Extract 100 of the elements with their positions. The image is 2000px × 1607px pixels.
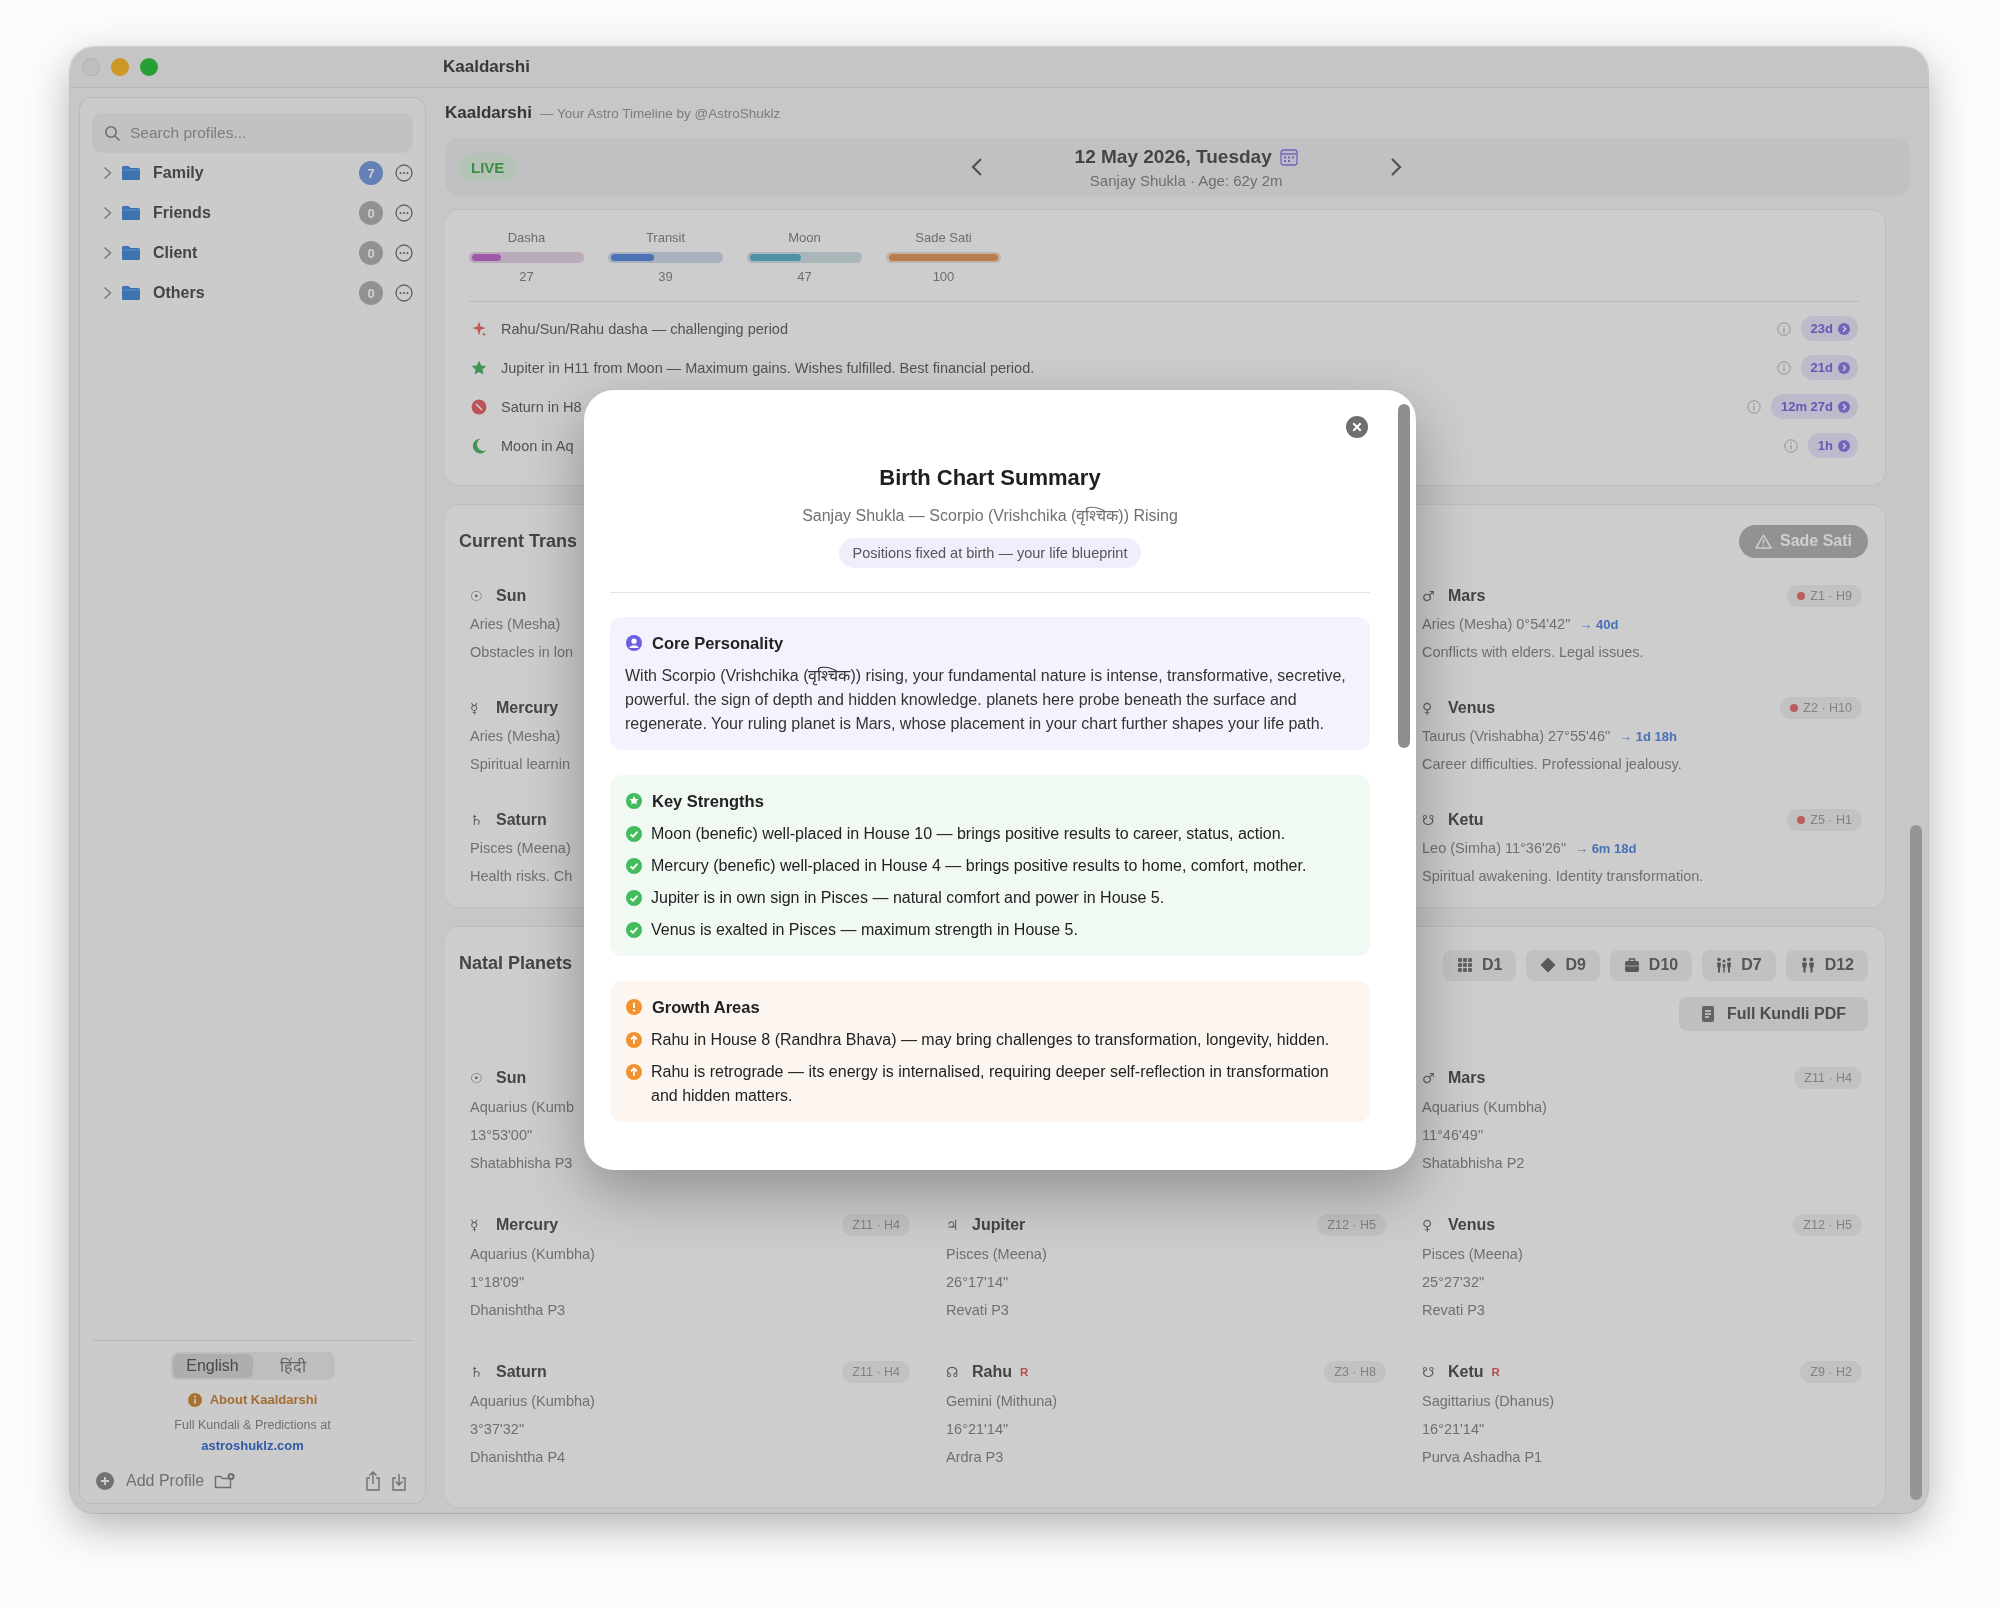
- chevron-circle-icon: [1838, 400, 1850, 413]
- card-title: Growth Areas: [652, 997, 760, 1017]
- planet-symbol: ☉: [470, 1070, 484, 1086]
- planet-nakshatra: Purva Ashadha P1: [1422, 1448, 1543, 1467]
- chart-tab[interactable]: D7: [1702, 949, 1776, 981]
- date-title: 12 May 2026, Tuesday: [1074, 145, 1272, 168]
- note-pill: Positions fixed at birth — your life blueprint: [838, 538, 1142, 568]
- planet-degree: 3°37'32": [470, 1420, 525, 1439]
- calendar-icon[interactable]: [1279, 147, 1298, 166]
- chevron-right-icon[interactable]: [103, 286, 112, 300]
- planet-name: Rahu: [972, 1363, 1012, 1381]
- planet-name: Ketu: [1448, 811, 1484, 829]
- folder-add-icon[interactable]: [214, 1472, 237, 1490]
- add-profile-button[interactable]: Add Profile: [96, 1472, 205, 1490]
- house-badge: Z12 · H5: [1793, 1214, 1862, 1236]
- website-link[interactable]: astroshuklz.com: [201, 1438, 304, 1453]
- house-badge: Z1 · H9: [1787, 585, 1862, 607]
- planet-name: Jupiter: [972, 1216, 1026, 1234]
- people-icon: [1716, 957, 1733, 973]
- chevron-circle-icon: [1838, 439, 1850, 452]
- scrollbar-thumb[interactable]: [1398, 404, 1410, 748]
- chart-tab[interactable]: D10: [1609, 949, 1693, 981]
- star-icon: [471, 359, 487, 376]
- chart-tab[interactable]: D9: [1526, 949, 1600, 981]
- duration-button[interactable]: 12m 27d: [1770, 394, 1858, 419]
- chevron-right-icon[interactable]: [103, 206, 112, 220]
- chevron-right-icon: [1389, 157, 1402, 177]
- chart-tab[interactable]: D12: [1785, 949, 1868, 981]
- more-icon[interactable]: [395, 244, 413, 262]
- close-button[interactable]: [1346, 416, 1368, 438]
- chevron-left-icon: [970, 157, 983, 177]
- chevron-circle-icon: [1838, 322, 1850, 335]
- house-badge: Z12 · H5: [1317, 1214, 1386, 1236]
- planet-symbol: ♀: [1422, 1217, 1434, 1233]
- minimize-button[interactable]: [111, 58, 129, 76]
- folder-name[interactable]: Family: [153, 164, 359, 182]
- info-icon: [1783, 438, 1798, 453]
- app-title: Kaaldarshi: [445, 103, 532, 123]
- retrograde-mark: R: [1020, 1366, 1029, 1378]
- card-title: Core Personality: [652, 633, 784, 653]
- planet-effect: Obstacles in lon: [470, 644, 574, 660]
- planet-sign: Gemini (Mithuna): [946, 1392, 1058, 1411]
- planet-nakshatra: Revati P3: [946, 1301, 1009, 1320]
- arrow-up-icon: [626, 1032, 642, 1048]
- planet-sign: Aquarius (Kumb: [470, 1098, 574, 1117]
- about-link[interactable]: About Kaaldarshi: [187, 1392, 318, 1407]
- moon-icon: [471, 437, 487, 454]
- house-badge: Z11 · H4: [842, 1361, 910, 1383]
- count-badge: 0: [359, 201, 383, 225]
- insight-text: Jupiter in H11 from Moon — Maximum gains. Wishes fulfilled. Best financial period.: [501, 359, 1035, 376]
- duration-button[interactable]: 23d: [1800, 316, 1858, 341]
- more-icon[interactable]: [395, 284, 413, 302]
- planet-symbol: ♂: [1422, 1070, 1436, 1086]
- house-badge: Z5 · H1: [1787, 809, 1862, 831]
- more-icon[interactable]: [395, 164, 413, 182]
- sparkle-icon: [471, 320, 487, 337]
- duration-button[interactable]: 21d: [1800, 355, 1858, 380]
- language-option[interactable]: English: [172, 1354, 253, 1378]
- folder-icon: [121, 285, 141, 301]
- folder-name[interactable]: Others: [153, 284, 359, 302]
- grid-icon: [1456, 957, 1473, 973]
- meter-value: 39: [658, 269, 673, 285]
- info-icon: [1776, 360, 1791, 375]
- zoom-button[interactable]: [140, 58, 158, 76]
- planet-sign: Pisces (Meena): [1422, 1245, 1523, 1264]
- planet-degree: 26°17'14": [946, 1273, 1009, 1292]
- planet-degree: 11°46'49": [1422, 1126, 1484, 1145]
- info-icon: [1776, 321, 1791, 336]
- duration-button[interactable]: 1h: [1807, 433, 1858, 458]
- house-badge: Z3 · H8: [1324, 1361, 1386, 1383]
- meter-value: 47: [797, 269, 812, 285]
- pdf-button[interactable]: Full Kundli PDF: [1678, 997, 1868, 1031]
- insight-text: Rahu/Sun/Rahu dasha — challenging period: [501, 320, 788, 337]
- planet-effect: Health risks. Ch: [470, 868, 573, 884]
- insight-text: Saturn in H8: [501, 398, 582, 415]
- list-item-text: Rahu is retrograde — its energy is internalised, requiring deeper self-reflection in transformation and hidden matters.: [651, 1062, 1330, 1106]
- meter-label: Transit: [645, 230, 686, 246]
- planet-effect: Spiritual awakening. Identity transformation.: [1422, 868, 1704, 884]
- folder-name[interactable]: Client: [153, 244, 359, 262]
- planet-symbol: ☋: [1422, 1364, 1436, 1380]
- share-icon[interactable]: [365, 1471, 381, 1491]
- language-option[interactable]: हिंदी: [252, 1354, 333, 1378]
- folder-name[interactable]: Friends: [153, 204, 359, 222]
- planet-symbol: ☿: [470, 700, 480, 716]
- planet-sign: Aquarius (Kumbha): [470, 1245, 595, 1264]
- planet-position: Aries (Mesha): [470, 728, 561, 744]
- chart-tab[interactable]: D1: [1442, 949, 1517, 981]
- meter-label: Moon: [788, 230, 821, 246]
- planet-name: Mars: [1448, 587, 1486, 605]
- download-icon[interactable]: [391, 1471, 407, 1491]
- planet-position: Aries (Mesha): [470, 616, 561, 632]
- more-icon[interactable]: [395, 204, 413, 222]
- search-field[interactable]: Search profiles...: [92, 113, 413, 153]
- chevron-right-icon[interactable]: [103, 166, 112, 180]
- people-icon: [1799, 957, 1816, 973]
- scrollbar-thumb[interactable]: [1910, 825, 1922, 1500]
- plus-icon: [96, 1472, 114, 1490]
- planet-position: Leo (Simha) 11°36'26": [1422, 840, 1567, 856]
- planet-name: Saturn: [496, 811, 547, 829]
- chevron-right-icon[interactable]: [103, 246, 112, 260]
